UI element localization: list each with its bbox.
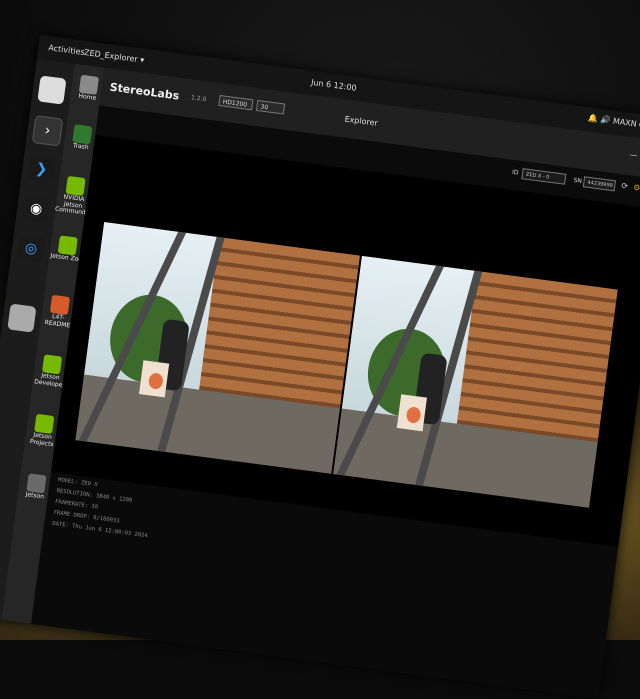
- minimize-icon[interactable]: —: [629, 150, 638, 160]
- fps-select[interactable]: 30: [255, 99, 286, 115]
- desktop-item-label: Jetson: [25, 491, 45, 501]
- desktop-item-label: Jetson Zoo: [49, 252, 83, 264]
- desktop-item-label: Jetson Developer: [33, 372, 66, 389]
- nvidia-icon: [57, 235, 78, 256]
- version-label: 1.2.0: [190, 94, 207, 104]
- camera-id-label: ID: [511, 168, 519, 177]
- camera-info-panel: MODEL: ZED X RESOLUTION: 3840 x 1200 FRA…: [52, 475, 154, 542]
- right-camera-image: [333, 255, 618, 508]
- settings-gear-icon[interactable]: ⚙: [633, 183, 640, 193]
- chromium-icon[interactable]: ◎: [16, 234, 46, 264]
- desktop-item-label: Home: [78, 92, 97, 102]
- nvidia-icon: [65, 175, 86, 197]
- terminal-icon[interactable]: ›: [31, 115, 64, 147]
- app-menu[interactable]: ZED_Explorer ▾: [84, 48, 145, 65]
- nvidia-icon: [34, 413, 55, 434]
- trash-icon: [72, 124, 93, 145]
- drive-icon[interactable]: [7, 303, 37, 333]
- desktop-item-label: Trash: [72, 142, 90, 152]
- activities-button[interactable]: Activities: [48, 43, 85, 57]
- zed-explorer-window: StereoLabs 1.2.0 HD1200 30 Explorer — ▢ …: [31, 67, 640, 699]
- obs-icon[interactable]: ◉: [21, 194, 51, 224]
- desktop-item-label: Jetson Projects: [29, 431, 54, 448]
- system-tray[interactable]: 🔔 🔊 MAXN ⏻: [587, 113, 640, 130]
- refresh-icon[interactable]: ⟳: [621, 181, 629, 191]
- app-icon: [26, 473, 47, 494]
- window-title: Explorer: [344, 114, 379, 128]
- folder-icon: [49, 294, 71, 316]
- left-camera-image: [75, 221, 360, 474]
- monitor-screen: Activities ZED_Explorer ▾ Jun 6 12:00 🔔 …: [0, 35, 640, 699]
- brand-logo: StereoLabs: [108, 80, 180, 103]
- clock[interactable]: Jun 6 12:00: [311, 78, 358, 93]
- files-icon[interactable]: [37, 75, 67, 105]
- resolution-select[interactable]: HD1200: [218, 94, 254, 111]
- serial-number-field: 44239999: [582, 176, 616, 192]
- camera-select[interactable]: ZED X - 0: [521, 168, 567, 185]
- nvidia-icon: [42, 354, 63, 375]
- folder-icon: [78, 74, 100, 95]
- desktop-item-label: L4T-README: [44, 313, 71, 329]
- vscode-icon[interactable]: ❯: [26, 154, 57, 184]
- serial-label: SN: [573, 176, 583, 185]
